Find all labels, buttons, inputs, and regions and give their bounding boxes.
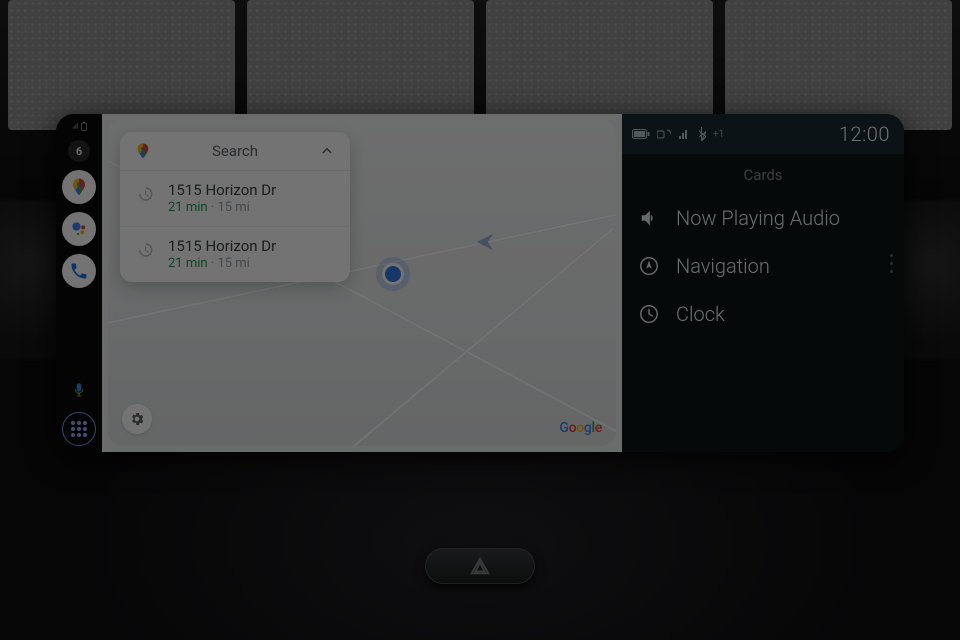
rail-assistant-button[interactable]	[62, 212, 96, 246]
card-navigation[interactable]: Navigation	[622, 242, 904, 290]
battery-icon	[632, 128, 650, 140]
clock-icon	[638, 303, 660, 325]
cards-heading: Cards	[622, 154, 904, 194]
overflow-dots-icon[interactable]	[884, 254, 898, 273]
maps-pin-icon	[134, 142, 152, 160]
hazard-button[interactable]	[425, 548, 535, 584]
apps-grid-icon	[71, 421, 87, 437]
card-clock[interactable]: Clock	[622, 290, 904, 338]
bluetooth-icon	[697, 127, 706, 141]
history-icon	[134, 239, 156, 261]
status-extra: +1	[713, 129, 724, 140]
navigation-icon	[638, 255, 660, 277]
google-logo: Google	[559, 420, 602, 436]
microphone-icon	[70, 381, 88, 399]
maps-pin-icon	[69, 177, 89, 197]
android-auto-rail: 6	[56, 114, 102, 452]
notification-badge[interactable]: 6	[68, 140, 90, 162]
rail-status-icons	[72, 120, 87, 132]
search-label: Search	[160, 142, 310, 160]
rail-mic-button[interactable]	[65, 376, 93, 404]
chevron-up-icon[interactable]	[318, 142, 336, 160]
card-label: Now Playing Audio	[676, 206, 840, 230]
oem-panel: +1 12:00 Cards Now Playing Audio Navigat…	[622, 114, 904, 452]
signal-icon	[72, 123, 79, 130]
infotainment-screen: 6	[56, 114, 904, 452]
cellular-icon	[678, 128, 690, 140]
connection-icon	[657, 128, 671, 140]
search-suggestion[interactable]: 1515 Horizon Dr 21 min · 15 mi	[120, 227, 350, 282]
battery-icon	[81, 122, 87, 131]
oem-status-bar: +1 12:00	[622, 114, 904, 154]
card-now-playing[interactable]: Now Playing Audio	[622, 194, 904, 242]
history-icon	[134, 183, 156, 205]
hazard-triangle-icon	[469, 555, 491, 577]
rail-maps-button[interactable]	[62, 170, 96, 204]
search-card: Search 1515 Horizon Dr 21 min · 15 mi	[120, 132, 350, 282]
search-header[interactable]: Search	[120, 132, 350, 171]
speaker-grille	[0, 0, 960, 130]
search-suggestion[interactable]: 1515 Horizon Dr 21 min · 15 mi	[120, 171, 350, 227]
suggestion-title: 1515 Horizon Dr	[168, 181, 276, 200]
phone-icon	[69, 261, 89, 281]
rail-phone-button[interactable]	[62, 254, 96, 288]
speaker-icon	[638, 207, 660, 229]
suggestion-meta: 21 min · 15 mi	[168, 200, 276, 216]
maps-panel[interactable]: Google Search	[102, 114, 622, 452]
heading-arrow-icon	[474, 231, 496, 257]
suggestion-title: 1515 Horizon Dr	[168, 237, 276, 256]
suggestion-meta: 21 min · 15 mi	[168, 256, 276, 272]
assistant-icon	[69, 219, 89, 239]
gear-icon	[129, 411, 145, 427]
map-settings-button[interactable]	[122, 404, 152, 434]
card-label: Navigation	[676, 254, 770, 278]
card-label: Clock	[676, 302, 725, 326]
rail-launcher-button[interactable]	[62, 412, 96, 446]
clock-time: 12:00	[839, 122, 890, 146]
